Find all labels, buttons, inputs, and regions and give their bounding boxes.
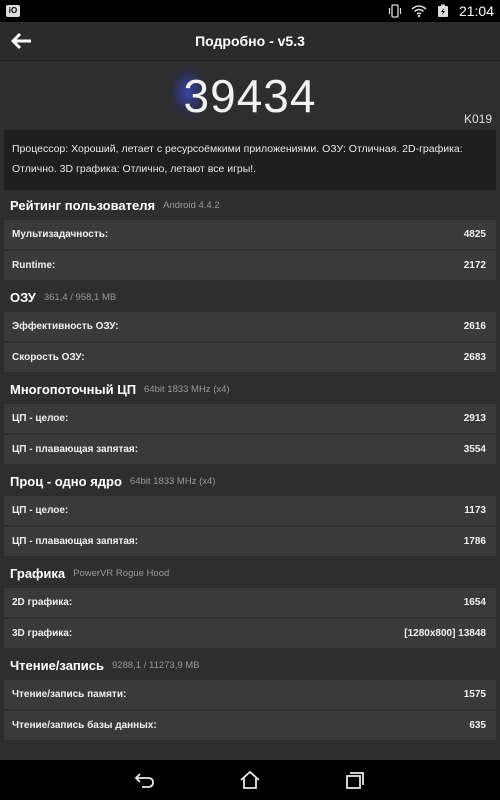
section-subtitle: 64bit 1833 MHz (x4) bbox=[129, 475, 216, 487]
section-header: Чтение/запись 9288,1 / 11273,9 MB bbox=[0, 650, 500, 680]
score-area: 39434 K019 bbox=[0, 60, 500, 130]
navigation-bar bbox=[0, 760, 500, 800]
total-score: 39434 bbox=[183, 70, 317, 122]
result-value: 2616 bbox=[463, 321, 486, 332]
section-title: ОЗУ bbox=[10, 289, 36, 305]
section-title: Проц - одно ядро bbox=[10, 473, 122, 489]
result-label: ЦП - целое: bbox=[12, 505, 69, 516]
result-value: [1280x800] 13848 bbox=[404, 628, 486, 639]
status-time: 21:04 bbox=[458, 3, 494, 19]
back-icon[interactable] bbox=[132, 768, 158, 792]
wifi-icon bbox=[411, 4, 427, 18]
section-header: Многопоточный ЦП 64bit 1833 MHz (x4) bbox=[0, 374, 500, 404]
sections-list: Рейтинг пользователя Android 4.4.2 Мультиз… bbox=[0, 190, 500, 740]
section-subtitle: 361,4 / 958,1 MB bbox=[43, 291, 117, 303]
vibrate-icon bbox=[387, 4, 403, 18]
result-row: Мультизадачность: 4825 bbox=[4, 220, 496, 249]
section-subtitle: Android 4.4.2 bbox=[163, 199, 220, 211]
title-bar: Подробно - v5.3 bbox=[0, 22, 500, 61]
result-label: Runtime: bbox=[12, 260, 56, 271]
summary-text: Процессор: Хороший, летает с ресурсоёмки… bbox=[4, 130, 496, 190]
result-label: Скорость ОЗУ: bbox=[12, 352, 85, 363]
result-row: Эффективность ОЗУ: 2616 bbox=[4, 312, 496, 341]
page-title: Подробно - v5.3 bbox=[195, 33, 305, 49]
result-label: ЦП - плавающая запятая: bbox=[12, 536, 139, 547]
device-model: K019 bbox=[463, 112, 492, 126]
result-value: 1575 bbox=[463, 689, 486, 700]
result-label: ЦП - плавающая запятая: bbox=[12, 444, 139, 455]
result-value: 1173 bbox=[464, 505, 486, 516]
result-value: 2913 bbox=[463, 413, 486, 424]
result-row: Чтение/запись памяти: 1575 bbox=[4, 680, 496, 709]
result-row: Runtime: 2172 bbox=[4, 251, 496, 280]
result-row: 3D графика: [1280x800] 13848 bbox=[4, 619, 496, 648]
section-header: Проц - одно ядро 64bit 1833 MHz (x4) bbox=[0, 466, 500, 496]
section-header: ОЗУ 361,4 / 958,1 MB bbox=[0, 282, 500, 312]
result-label: ЦП - целое: bbox=[12, 413, 69, 424]
result-label: 3D графика: bbox=[12, 628, 73, 639]
result-label: 2D графика: bbox=[12, 597, 73, 608]
section-title: Графика bbox=[10, 565, 66, 581]
result-value: 1786 bbox=[463, 536, 486, 547]
status-bar: iO 21:04 bbox=[0, 0, 500, 22]
result-row: ЦП - целое: 1173 bbox=[4, 496, 496, 525]
result-label: Чтение/запись памяти: bbox=[12, 689, 127, 700]
result-value: 4825 bbox=[463, 229, 486, 240]
section-subtitle: 9288,1 / 11273,9 MB bbox=[112, 659, 200, 671]
result-value: 3554 bbox=[463, 444, 486, 455]
result-value: 2172 bbox=[463, 260, 486, 271]
result-row: ЦП - плавающая запятая: 1786 bbox=[4, 527, 496, 556]
result-row: Чтение/запись базы данных: 635 bbox=[4, 711, 496, 740]
result-value: 2683 bbox=[463, 352, 486, 363]
section-title: Рейтинг пользователя bbox=[10, 197, 156, 213]
battery-charging-icon bbox=[435, 4, 451, 18]
results-content: 39434 K019 Процессор: Хороший, летает с … bbox=[0, 60, 500, 760]
section-title: Многопоточный ЦП bbox=[10, 381, 137, 397]
result-row: Скорость ОЗУ: 2683 bbox=[4, 343, 496, 372]
recents-icon[interactable] bbox=[342, 768, 368, 792]
result-row: 2D графика: 1654 bbox=[4, 588, 496, 617]
section-header: Рейтинг пользователя Android 4.4.2 bbox=[0, 190, 500, 220]
result-row: ЦП - плавающая запятая: 3554 bbox=[4, 435, 496, 464]
result-label: Эффективность ОЗУ: bbox=[12, 321, 119, 332]
section-header: Графика PowerVR Rogue Hood bbox=[0, 558, 500, 588]
result-value: 635 bbox=[469, 720, 486, 731]
home-icon[interactable] bbox=[237, 768, 263, 792]
section-subtitle: PowerVR Rogue Hood bbox=[73, 567, 170, 579]
section-title: Чтение/запись bbox=[10, 657, 105, 673]
app-notification-icon: iO bbox=[6, 5, 20, 17]
result-label: Мультизадачность: bbox=[12, 229, 109, 240]
section-subtitle: 64bit 1833 MHz (x4) bbox=[144, 383, 230, 395]
result-row: ЦП - целое: 2913 bbox=[4, 404, 496, 433]
result-label: Чтение/запись базы данных: bbox=[12, 720, 157, 731]
result-value: 1654 bbox=[463, 597, 486, 608]
